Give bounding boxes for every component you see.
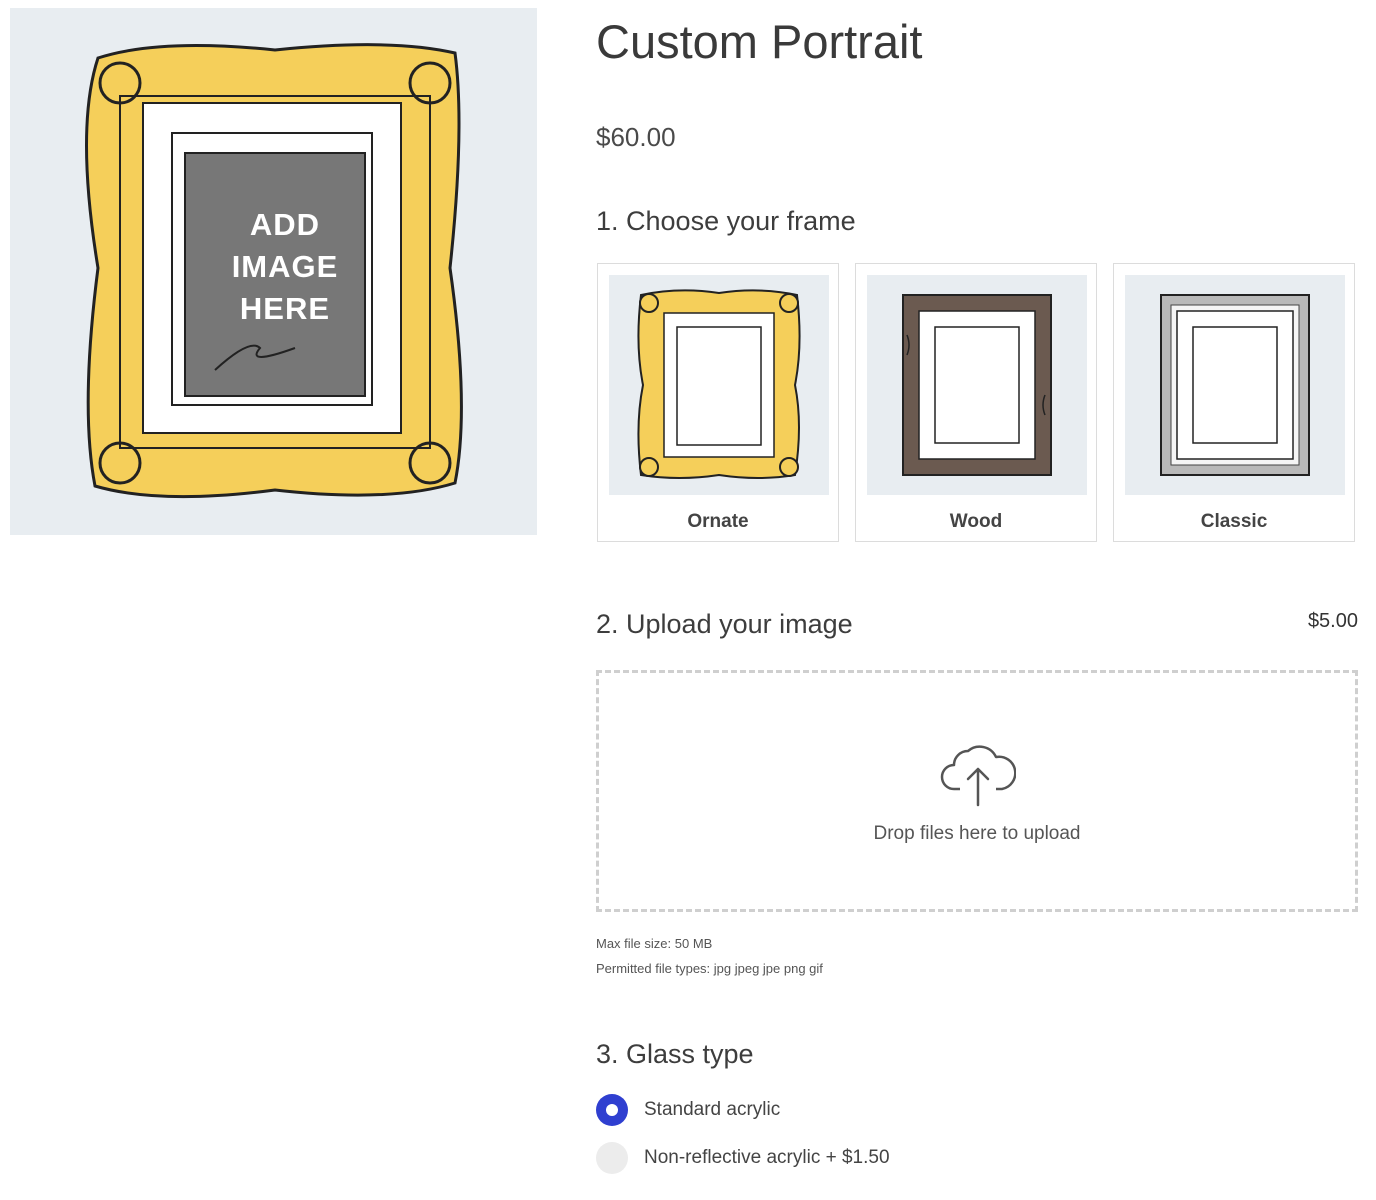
max-file-size-note: Max file size: 50 MB [596, 936, 713, 951]
frame-option-wood[interactable]: Wood [855, 263, 1097, 542]
product-image: ADD IMAGE HERE [10, 8, 537, 535]
hero-line: ADD [249, 207, 321, 242]
radio-label: Non-reflective acrylic + $1.50 [644, 1147, 890, 1168]
glass-option-non-reflective[interactable]: Non-reflective acrylic + $1.50 [596, 1141, 890, 1175]
ornate-frame-icon [637, 289, 801, 479]
frame-option-ornate[interactable]: Ornate [597, 263, 839, 542]
radio-label: Standard acrylic [644, 1099, 781, 1120]
radio-button[interactable] [596, 1094, 628, 1126]
hero-line: IMAGE [231, 249, 339, 284]
product-price: $60.00 [596, 122, 676, 152]
radio-button[interactable] [596, 1142, 628, 1174]
glass-option-standard[interactable]: Standard acrylic [596, 1093, 780, 1127]
frame-option-label: Wood [949, 511, 1003, 532]
step3-heading: 3. Glass type [596, 1039, 754, 1069]
hero-line: HERE [239, 291, 331, 326]
wood-frame-icon [902, 294, 1052, 476]
frame-option-classic[interactable]: Classic [1113, 263, 1355, 542]
step2-heading: 2. Upload your image [596, 609, 853, 639]
step1-heading: 1. Choose your frame [596, 206, 856, 236]
cloud-upload-icon [940, 745, 1016, 807]
dropzone-text: Drop files here to upload [873, 823, 1081, 844]
upload-price: $5.00 [1307, 610, 1358, 632]
add-image-placeholder-text: ADD IMAGE HERE [195, 204, 375, 330]
frame-option-label: Classic [1200, 511, 1268, 532]
frame-option-label: Ornate [687, 511, 749, 532]
product-title: Custom Portrait [596, 15, 923, 68]
permitted-file-types-note: Permitted file types: jpg jpeg jpe png g… [596, 961, 823, 976]
classic-frame-icon [1160, 294, 1310, 476]
file-dropzone[interactable]: Drop files here to upload [596, 670, 1358, 912]
